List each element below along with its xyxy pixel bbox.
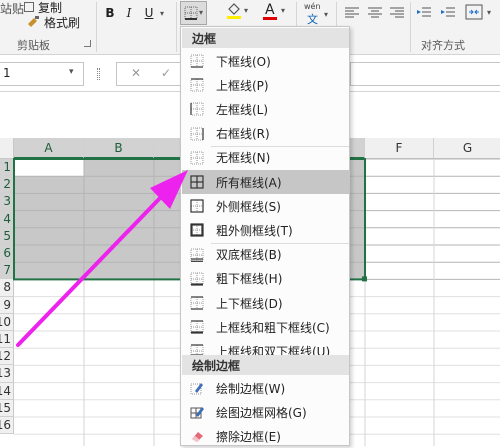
top-border-icon bbox=[190, 78, 204, 92]
clipboard-group-label: 剪贴板 bbox=[17, 39, 50, 52]
bottom-border-icon bbox=[190, 54, 204, 68]
menu-item-label: 所有框线(A) bbox=[216, 175, 282, 190]
phonetic-dropdown-icon: ▾ bbox=[324, 10, 329, 19]
merge-center-icon[interactable] bbox=[465, 4, 483, 20]
font-color-letter: A bbox=[265, 2, 275, 18]
menu-item-label: 上下框线(D) bbox=[216, 296, 283, 311]
menu-item-bottom-border[interactable]: 下框线(O) bbox=[182, 49, 349, 73]
enter-icon[interactable]: ✓ bbox=[161, 66, 171, 80]
all-borders-icon bbox=[190, 175, 204, 189]
borders-dropdown-menu: 边框 下框线(O) 上框线(P) 左框线(L) 右框线(R) 无框线(N) 所有框线(A)… bbox=[180, 26, 350, 446]
align-left-icon[interactable] bbox=[344, 6, 360, 20]
paint-bucket-icon bbox=[227, 3, 241, 19]
menu-item-left-border[interactable]: 左框线(L) bbox=[182, 97, 349, 121]
name-box-value: 1 bbox=[3, 66, 11, 80]
phonetic-char: 文 bbox=[307, 13, 318, 26]
menu-item-thick-bottom-border[interactable]: 粗下框线(H) bbox=[182, 267, 349, 291]
align-center-icon[interactable] bbox=[367, 6, 383, 20]
cancel-icon[interactable]: ✕ bbox=[131, 66, 141, 80]
ribbon-separator bbox=[176, 2, 177, 52]
ribbon-separator bbox=[96, 2, 97, 52]
menu-item-label: 下框线(O) bbox=[216, 54, 271, 69]
menu-item-draw-border[interactable]: 绘制边框(W) bbox=[182, 376, 349, 400]
erase-border-icon bbox=[192, 432, 203, 442]
draw-border-icon bbox=[190, 383, 203, 395]
double-bottom-border-icon bbox=[190, 248, 204, 262]
draw-border-grid-icon bbox=[190, 407, 204, 419]
active-cell bbox=[15, 160, 84, 177]
menu-item-all-borders[interactable]: 所有框线(A) bbox=[182, 170, 349, 194]
fill-color-button[interactable]: ▾ bbox=[226, 3, 254, 23]
left-border-icon bbox=[190, 102, 204, 116]
menu-item-double-bottom-border[interactable]: 双底框线(B) bbox=[182, 243, 349, 267]
merge-dropdown-icon[interactable]: ▾ bbox=[487, 8, 491, 17]
clipboard-launcher-icon[interactable] bbox=[84, 40, 91, 47]
format-painter-label: 格式刷 bbox=[44, 15, 81, 30]
fill-color-dropdown-icon: ▾ bbox=[244, 6, 249, 15]
menu-item-label: 粗下框线(H) bbox=[216, 272, 283, 287]
fill-handle bbox=[362, 276, 367, 282]
menu-item-label: 绘图边框网格(G) bbox=[216, 405, 307, 420]
font-color-dropdown-icon: ▾ bbox=[281, 6, 286, 15]
menu-item-label: 右框线(R) bbox=[216, 127, 270, 142]
font-color-button[interactable]: A ▾ bbox=[262, 2, 290, 23]
menu-item-draw-border-grid[interactable]: 绘图边框网格(G) bbox=[182, 400, 349, 424]
menu-item-label: 左框线(L) bbox=[216, 102, 269, 117]
font-color-swatch bbox=[263, 17, 277, 20]
menu-item-top-thick-bottom-border[interactable]: 上框线和粗下框线(C) bbox=[182, 315, 349, 339]
menu-item-top-bottom-border[interactable]: 上下框线(D) bbox=[182, 291, 349, 315]
name-box-dropdown-icon[interactable]: ▾ bbox=[69, 67, 74, 77]
menu-item-label: 粗外侧框线(T) bbox=[216, 223, 293, 238]
italic-button[interactable]: I bbox=[121, 3, 137, 23]
underline-dropdown-icon[interactable]: ▾ bbox=[157, 3, 167, 23]
alignment-group-label: 对齐方式 bbox=[421, 39, 465, 52]
top-thick-bottom-border-icon bbox=[190, 320, 204, 334]
menu-section-draw-borders: 绘制边框 bbox=[182, 355, 349, 375]
underline-button[interactable]: U bbox=[141, 3, 157, 23]
menu-item-label: 绘制边框(W) bbox=[216, 381, 286, 396]
menu-item-right-border[interactable]: 右框线(R) bbox=[182, 122, 349, 146]
borders-icon bbox=[184, 6, 198, 20]
menu-section-borders: 边框 bbox=[182, 28, 349, 48]
menu-item-outside-borders[interactable]: 外侧框线(S) bbox=[182, 194, 349, 218]
menu-item-label: 无框线(N) bbox=[216, 151, 271, 166]
menu-item-label: 擦除边框(E) bbox=[216, 429, 281, 444]
menu-item-erase-border[interactable]: 擦除边框(E) bbox=[182, 424, 349, 448]
no-border-icon bbox=[190, 151, 204, 165]
menu-item-label: 上框线和粗下框线(C) bbox=[216, 320, 330, 335]
menu-item-no-border[interactable]: 无框线(N) bbox=[182, 146, 349, 170]
right-border-icon bbox=[190, 127, 204, 141]
outside-borders-icon bbox=[190, 199, 204, 213]
phonetic-pinyin: wén bbox=[304, 2, 321, 11]
decrease-indent-icon[interactable] bbox=[416, 6, 432, 20]
menu-item-label: 双底框线(B) bbox=[216, 248, 282, 263]
align-right-icon[interactable] bbox=[389, 6, 405, 20]
phonetic-guide-button[interactable]: wén 文 ▾ bbox=[304, 2, 332, 26]
name-box[interactable]: 1 ▾ bbox=[0, 62, 84, 86]
formula-bar-grip[interactable] bbox=[97, 68, 100, 80]
borders-button[interactable]: ▾ bbox=[180, 1, 207, 25]
menu-item-top-border[interactable]: 上框线(P) bbox=[182, 73, 349, 97]
format-painter-button[interactable]: 格式刷 bbox=[26, 12, 80, 32]
increase-indent-icon[interactable] bbox=[440, 6, 456, 20]
borders-dropdown-icon: ▾ bbox=[199, 8, 204, 17]
paste-button-partial[interactable]: 站贴 bbox=[0, 0, 24, 17]
copy-icon bbox=[24, 2, 34, 12]
top-bottom-border-icon bbox=[190, 296, 204, 310]
thick-outside-borders-icon bbox=[190, 223, 204, 237]
menu-item-label: 外侧框线(S) bbox=[216, 199, 281, 214]
menu-item-label: 上框线(P) bbox=[216, 78, 269, 93]
bold-button[interactable]: B bbox=[102, 3, 118, 23]
ribbon-separator bbox=[410, 2, 411, 52]
formula-input[interactable] bbox=[350, 62, 500, 86]
menu-item-thick-outside-borders[interactable]: 粗外侧框线(T) bbox=[182, 218, 349, 242]
format-painter-icon bbox=[28, 16, 39, 27]
thick-bottom-border-icon bbox=[190, 272, 204, 286]
